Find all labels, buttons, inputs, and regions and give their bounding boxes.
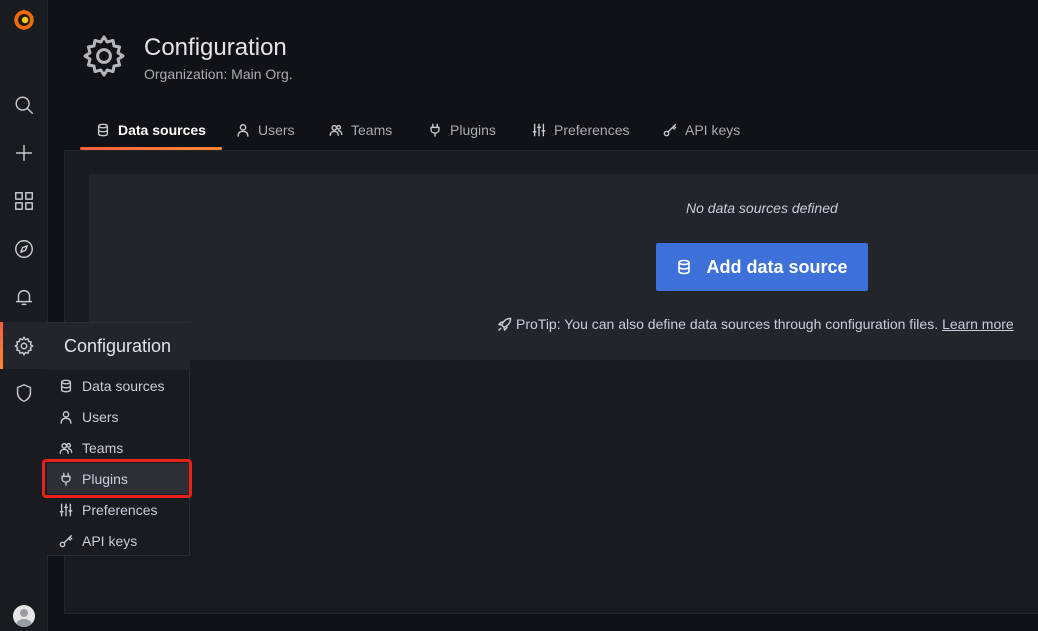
empty-state-message: No data sources defined xyxy=(686,200,838,216)
gear-icon[interactable] xyxy=(0,322,47,369)
flyout-item-data-sources[interactable]: Data sources xyxy=(47,370,190,401)
configuration-gear-icon xyxy=(83,35,125,77)
sidebar xyxy=(0,0,48,631)
search-icon[interactable] xyxy=(0,85,47,125)
flyout-item-api-keys[interactable]: API keys xyxy=(47,525,190,556)
flyout-item-label: Users xyxy=(82,408,119,425)
learn-more-link[interactable]: Learn more xyxy=(942,316,1014,332)
tab-label: Plugins xyxy=(450,122,496,138)
bell-icon[interactable] xyxy=(0,277,47,317)
empty-state-card xyxy=(89,174,1038,360)
page-title: Configuration xyxy=(144,34,287,61)
page-subtitle: Organization: Main Org. xyxy=(144,66,293,82)
tab-label: Data sources xyxy=(118,122,206,138)
user-icon xyxy=(60,410,72,424)
configuration-flyout-menu: Configuration Data sources Users Teams P… xyxy=(47,322,190,556)
avatar[interactable] xyxy=(13,605,35,627)
tab-api-keys[interactable]: API keys xyxy=(663,112,740,148)
sliders-icon xyxy=(59,503,73,516)
flyout-item-label: Data sources xyxy=(82,377,165,394)
tab-data-sources[interactable]: Data sources xyxy=(80,112,222,150)
tab-label: API keys xyxy=(685,122,741,138)
flyout-item-users[interactable]: Users xyxy=(47,401,190,432)
plus-icon[interactable] xyxy=(0,133,47,173)
flyout-item-preferences[interactable]: Preferences xyxy=(47,494,190,525)
flyout-title[interactable]: Configuration xyxy=(47,323,190,370)
tab-teams[interactable]: Teams xyxy=(329,112,392,148)
user-icon xyxy=(237,124,249,137)
protip: ProTip: You can also define data sources… xyxy=(497,316,1014,332)
database-icon xyxy=(97,123,109,137)
key-icon xyxy=(663,124,677,137)
key-icon xyxy=(59,534,73,547)
tab-preferences[interactable]: Preferences xyxy=(532,112,629,148)
plug-icon xyxy=(430,123,440,137)
users-icon xyxy=(329,124,343,136)
rocket-icon xyxy=(498,317,512,331)
flyout-item-label: API keys xyxy=(82,532,138,549)
database-icon xyxy=(60,379,72,392)
tab-users[interactable]: Users xyxy=(236,112,295,148)
compass-icon[interactable] xyxy=(0,229,47,269)
users-icon xyxy=(59,442,73,454)
database-icon xyxy=(678,259,691,275)
tab-label: Users xyxy=(258,122,295,138)
tab-plugins[interactable]: Plugins xyxy=(428,112,496,148)
shield-icon[interactable] xyxy=(0,373,47,413)
add-data-source-label: Add data source xyxy=(706,256,848,277)
add-data-source-button[interactable]: Add data source xyxy=(656,243,868,291)
flyout-item-label: Teams xyxy=(82,439,124,456)
grafana-logo-icon[interactable] xyxy=(0,0,47,40)
sliders-icon xyxy=(532,123,546,137)
protip-text: ProTip: You can also define data sources… xyxy=(516,316,939,332)
flyout-item-label: Preferences xyxy=(82,501,158,518)
tab-label: Teams xyxy=(351,122,393,138)
tab-label: Preferences xyxy=(554,122,630,138)
dashboards-icon[interactable] xyxy=(0,181,47,221)
highlight-box xyxy=(42,459,192,498)
